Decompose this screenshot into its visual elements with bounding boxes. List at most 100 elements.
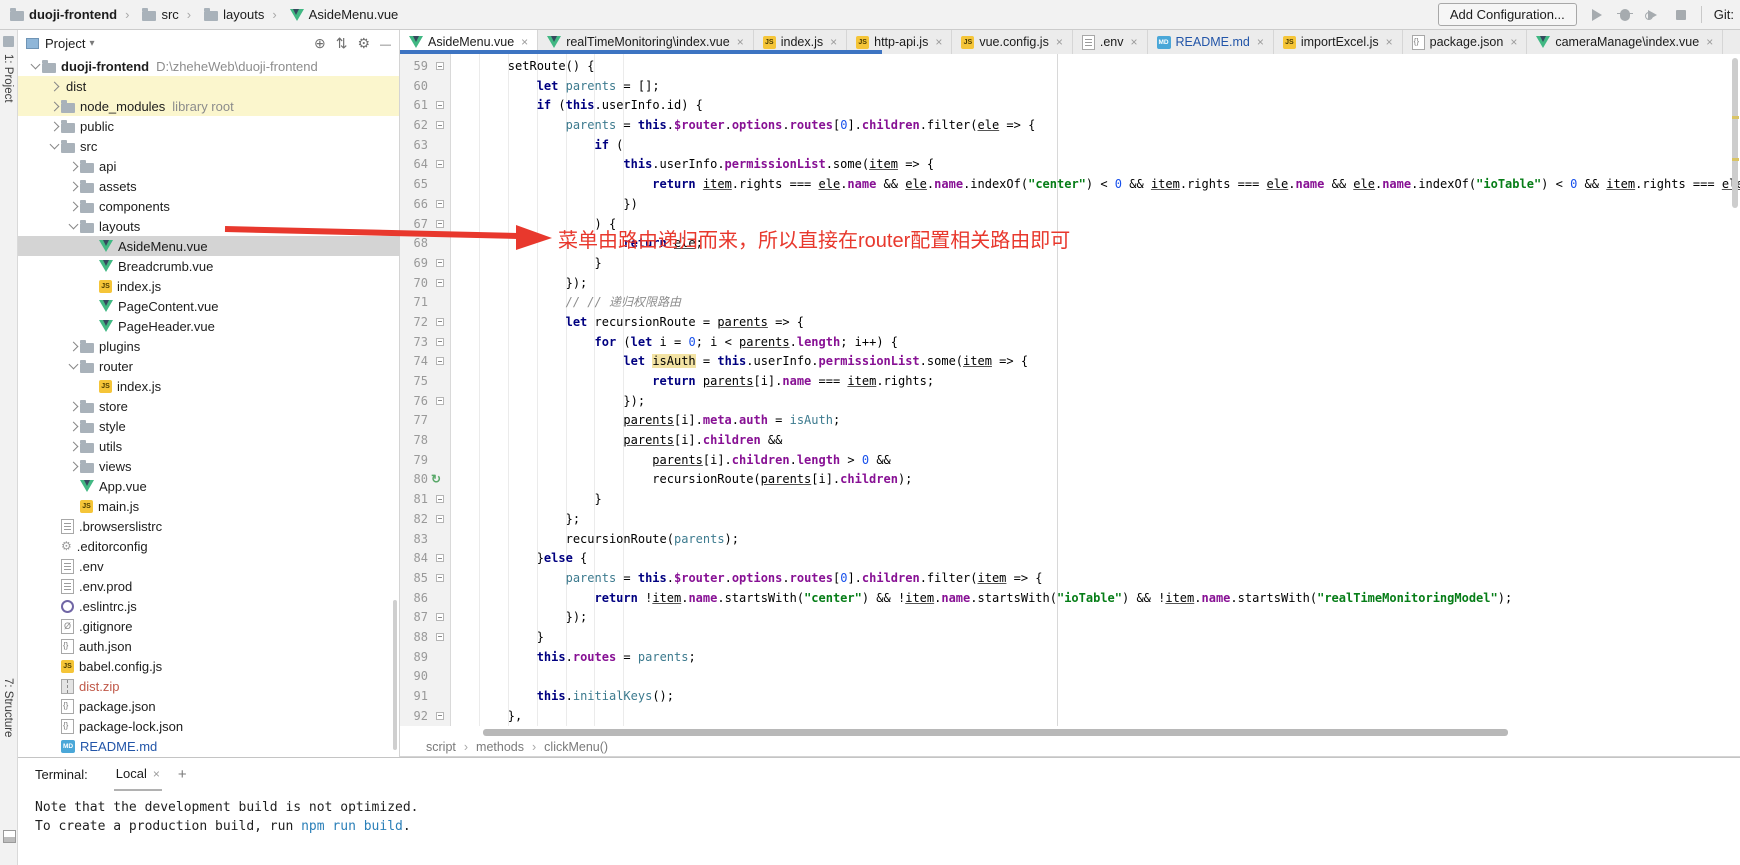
tree-item-views[interactable]: views [18, 456, 399, 476]
code-line-69[interactable]: 69 } [400, 254, 1740, 274]
code-line-72[interactable]: 72 let recursionRoute = parents => { [400, 313, 1740, 333]
horizontal-scrollbar[interactable] [483, 729, 1508, 736]
code-line-81[interactable]: 81 } [400, 490, 1740, 510]
fold-marker-icon[interactable] [436, 357, 444, 365]
git-label[interactable]: Git: [1714, 7, 1734, 22]
code-line-61[interactable]: 61 if (this.userInfo.id) { [400, 96, 1740, 116]
code-line-87[interactable]: 87 }); [400, 608, 1740, 628]
tree-item-package.json[interactable]: package.json [18, 696, 399, 716]
tab-package.json[interactable]: package.json× [1403, 30, 1528, 54]
code-line-77[interactable]: 77 parents[i].meta.auth = isAuth; [400, 411, 1740, 431]
fold-marker-icon[interactable] [436, 338, 444, 346]
code-line-82[interactable]: 82 }; [400, 510, 1740, 530]
fold-marker-icon[interactable] [436, 200, 444, 208]
fold-marker-icon[interactable] [436, 515, 444, 523]
tree-item-layouts[interactable]: layouts [18, 216, 399, 236]
tree-item-Breadcrumb.vue[interactable]: Breadcrumb.vue [18, 256, 399, 276]
chevron-right-icon[interactable] [66, 343, 80, 350]
tree-item-.editorconfig[interactable]: .editorconfig [18, 536, 399, 556]
chevron-right-icon[interactable] [66, 163, 80, 170]
code-line-84[interactable]: 84 }else { [400, 549, 1740, 569]
error-stripe-mark[interactable] [1732, 158, 1739, 161]
error-stripe-mark[interactable] [1732, 116, 1739, 119]
tree-item-auth.json[interactable]: auth.json [18, 636, 399, 656]
close-icon[interactable]: × [1257, 35, 1264, 49]
code-line-83[interactable]: 83 recursionRoute(parents); [400, 530, 1740, 550]
collapse-all-icon[interactable] [336, 35, 348, 52]
fold-marker-icon[interactable] [436, 613, 444, 621]
project-stripe-button[interactable]: 1: Project [2, 54, 14, 103]
breadcrumb-item-src[interactable]: src [117, 7, 179, 22]
fold-marker-icon[interactable] [436, 220, 444, 228]
coverage-icon[interactable] [1645, 7, 1661, 23]
locate-file-icon[interactable] [314, 35, 326, 52]
fold-marker-icon[interactable] [436, 574, 444, 582]
editor-breadcrumb-script[interactable]: script [426, 737, 456, 757]
add-configuration-button[interactable]: Add Configuration... [1438, 3, 1577, 26]
tree-item-App.vue[interactable]: App.vue [18, 476, 399, 496]
close-icon[interactable]: × [1130, 35, 1137, 49]
code-line-74[interactable]: 74 let isAuth = this.userInfo.permission… [400, 352, 1740, 372]
tree-item-router[interactable]: router [18, 356, 399, 376]
tree-item-store[interactable]: store [18, 396, 399, 416]
tree-item-plugins[interactable]: plugins [18, 336, 399, 356]
code-line-62[interactable]: 62 parents = this.$router.options.routes… [400, 116, 1740, 136]
fold-marker-icon[interactable] [436, 633, 444, 641]
stop-icon[interactable] [1673, 7, 1689, 23]
breadcrumb-item-duoji-frontend[interactable]: duoji-frontend [10, 7, 117, 22]
tree-item-.eslintrc.js[interactable]: .eslintrc.js [18, 596, 399, 616]
code-line-76[interactable]: 76 }); [400, 392, 1740, 412]
tree-item-utils[interactable]: utils [18, 436, 399, 456]
tree-item-main.js[interactable]: main.js [18, 496, 399, 516]
fold-marker-icon[interactable] [436, 318, 444, 326]
code-line-63[interactable]: 63 if ( [400, 136, 1740, 156]
tree-item-README.md[interactable]: README.md [18, 736, 399, 756]
chevron-right-icon[interactable] [47, 103, 61, 110]
tree-item-index.js[interactable]: index.js [18, 376, 399, 396]
breadcrumb-item-layouts[interactable]: layouts [179, 7, 265, 22]
tree-item-package-lock.json[interactable]: package-lock.json [18, 716, 399, 736]
fold-marker-icon[interactable] [436, 554, 444, 562]
code-line-70[interactable]: 70 }); [400, 274, 1740, 294]
tree-item-PageHeader.vue[interactable]: PageHeader.vue [18, 316, 399, 336]
code-line-65[interactable]: 65 return item.rights === ele.name && el… [400, 175, 1740, 195]
tree-item-components[interactable]: components [18, 196, 399, 216]
project-view-selector[interactable]: Project [26, 36, 95, 51]
tree-item-assets[interactable]: assets [18, 176, 399, 196]
run-icon[interactable] [1589, 7, 1605, 23]
tree-item-dist.zip[interactable]: dist.zip [18, 676, 399, 696]
debug-icon[interactable] [1617, 7, 1633, 23]
tree-item-index.js[interactable]: index.js [18, 276, 399, 296]
tree-item-.env[interactable]: .env [18, 556, 399, 576]
code-line-78[interactable]: 78 parents[i].children && [400, 431, 1740, 451]
tab-README.md[interactable]: README.md× [1148, 30, 1274, 54]
code-line-66[interactable]: 66 }) [400, 195, 1740, 215]
tree-item-PageContent.vue[interactable]: PageContent.vue [18, 296, 399, 316]
editor-breadcrumb-clickMenu()[interactable]: clickMenu() [524, 737, 608, 757]
close-icon[interactable]: × [1056, 35, 1063, 49]
tree-item-.env.prod[interactable]: .env.prod [18, 576, 399, 596]
close-icon[interactable]: × [1510, 35, 1517, 49]
chevron-right-icon[interactable] [66, 183, 80, 190]
fold-marker-icon[interactable] [436, 397, 444, 405]
tree-item-style[interactable]: style [18, 416, 399, 436]
tool-windows-icon[interactable] [3, 830, 16, 843]
tree-scrollbar[interactable] [393, 600, 397, 750]
chevron-right-icon[interactable] [66, 423, 80, 430]
fold-marker-icon[interactable] [436, 259, 444, 267]
fold-marker-icon[interactable] [436, 495, 444, 503]
close-icon[interactable]: × [1706, 35, 1713, 49]
fold-marker-icon[interactable] [436, 62, 444, 70]
tab-cameraManage\index.vue[interactable]: cameraManage\index.vue× [1527, 30, 1723, 54]
code-line-92[interactable]: 92 }, [400, 707, 1740, 726]
code-line-80[interactable]: 80↻ recursionRoute(parents[i].children); [400, 470, 1740, 490]
new-terminal-icon[interactable]: + [178, 766, 187, 783]
chevron-down-icon[interactable] [28, 64, 42, 68]
editor-breadcrumb-methods[interactable]: methods [456, 737, 524, 757]
settings-gear-icon[interactable] [357, 35, 370, 52]
close-icon[interactable]: × [521, 35, 528, 49]
fold-marker-icon[interactable] [436, 101, 444, 109]
breadcrumb-item-AsideMenu.vue[interactable]: AsideMenu.vue [264, 7, 398, 22]
tree-item-.browserslistrc[interactable]: .browserslistrc [18, 516, 399, 536]
chevron-right-icon[interactable] [47, 123, 61, 130]
